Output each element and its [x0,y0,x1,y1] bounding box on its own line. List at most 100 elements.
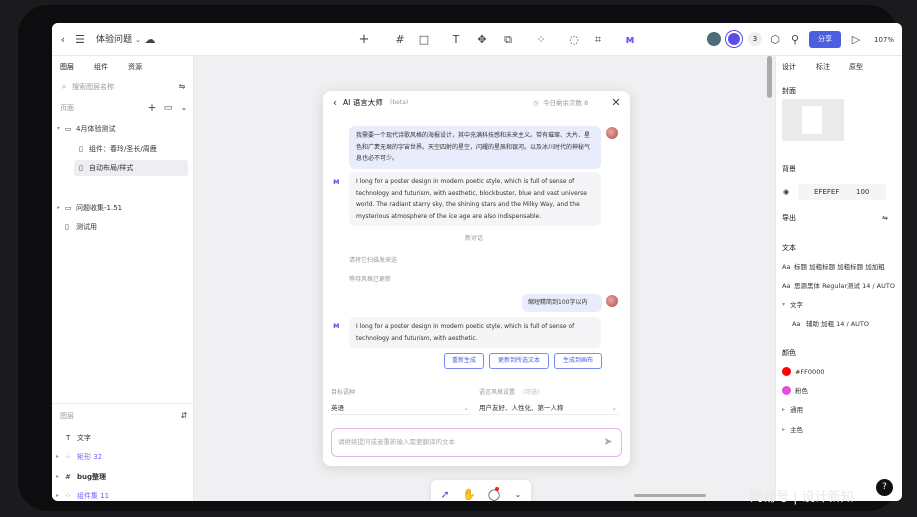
tab-assets[interactable]: 资源 [128,62,142,72]
color-name[interactable]: #FF0000 [795,367,824,377]
caret-down-icon: ▾ [782,301,786,308]
color-name[interactable]: 粉色 [795,386,808,396]
system-note: 请将它扫描发来送 [349,257,398,264]
layer-label: 文字 [77,434,91,442]
cover-thumbnail[interactable] [782,99,844,141]
target-language-select[interactable]: 英语 ⌄ [331,401,471,415]
page-item-selected[interactable]: ▯ 自动布局/样式 [74,160,188,176]
color-hex: EFEFEF [814,188,840,196]
chevron-down-icon[interactable]: ⌄ [132,34,144,46]
replace-selected-button[interactable]: 更新到所选文本 [489,353,549,369]
boolean-icon[interactable]: ⧉ [502,34,514,46]
cover-heading: 封面 [782,87,796,95]
file-title[interactable]: 体验问题 [96,34,132,46]
page-label: 4月体验测试 [76,125,116,133]
avatar[interactable] [726,31,742,47]
filter-icon[interactable]: ⇋ [176,81,188,93]
send-icon[interactable]: ➤ [602,436,614,448]
text-style-item[interactable]: 标题 加粗标题 加粗标题 加加粗 [794,262,885,272]
ai-message: I long for a poster design in modern poe… [349,172,601,226]
color-group[interactable]: 主色 [790,425,803,435]
text-tool-icon[interactable]: T [450,34,462,46]
rectangle-icon[interactable]: □ [418,34,430,46]
help-button[interactable]: ? [876,479,893,496]
more-icon[interactable]: ⌄ [512,489,524,501]
tab-layers[interactable]: 图层 [60,62,74,72]
text-group-label[interactable]: 文字 [790,300,803,310]
layers-heading: 图层 [60,412,74,420]
layer-label: 矩形 32 [77,453,103,461]
right-panel: 设计 标注 原型 封面 背景 ◉ EFEFEF 100 导出 ⇋ 文本 Aa 标… [775,56,902,501]
add-page-icon[interactable]: + [146,102,158,114]
ai-language-dialog: ‹ AI 语言大师 (beta) ◷ 今日剩余次数 8 ✕ 我需要一个现代诗歌风… [323,91,630,466]
scrollbar[interactable] [767,56,772,98]
hand-icon[interactable]: ✋ [462,489,476,501]
move-icon[interactable]: ✥ [476,34,488,46]
text-layer-icon: T [66,434,71,442]
avatar[interactable] [707,32,721,46]
folder-icon: ▭ [65,204,72,212]
collapse-icon[interactable]: ⇵ [178,410,190,422]
ai-logo-icon[interactable]: ᴍ [624,34,636,46]
folder-icon[interactable]: ▭ [162,102,174,114]
page-label: 测试用 [76,223,97,231]
color-swatch[interactable] [782,386,791,395]
tab-design[interactable]: 设计 [782,62,796,72]
close-icon[interactable]: ✕ [610,97,622,109]
collaborator-count[interactable]: 3 [748,32,762,46]
add-icon[interactable]: + [358,33,370,46]
crop-icon[interactable]: ⌗ [592,34,604,46]
plugin-icon[interactable]: ⬡ [769,34,781,46]
menu-icon[interactable]: ☰ [74,34,86,46]
tab-annotate[interactable]: 标注 [816,62,830,72]
mask-icon[interactable]: ◌ [568,34,580,46]
background-heading: 背景 [782,165,796,173]
play-icon[interactable]: ▷ [850,34,862,46]
generate-to-canvas-button[interactable]: 生成到画布 [554,353,602,369]
opacity-value: 100 [856,188,870,196]
text-style-item[interactable]: 思源黑体 Regular测试 14 / AUTO [794,281,895,291]
select-value: 用户友好、人性化、第一人称 [479,404,564,412]
caret-right-icon: ▸ [782,426,786,433]
folder-icon: ▭ [65,125,72,133]
color-group[interactable]: 通用 [790,405,803,415]
eye-icon[interactable]: ◉ [783,187,789,197]
home-indicator [634,494,706,497]
page-icon: ▯ [79,164,83,172]
search-input[interactable]: 搜索图层名称 [72,82,114,92]
settings-icon[interactable]: ⇋ [882,213,888,223]
canvas[interactable]: ‹ AI 语言大师 (beta) ◷ 今日剩余次数 8 ✕ 我需要一个现代诗歌风… [194,56,775,501]
caret-down-icon: ▾ [57,125,61,132]
optional-hint: (可选) [523,389,540,396]
cursor-icon[interactable]: ➚ [439,489,451,501]
input-placeholder: 请继续提问或者重新输入需要翻译的文本 [338,438,455,446]
usage-remaining: 今日剩余次数 8 [543,99,589,107]
caret-right-icon: ▸ [56,492,60,499]
divider [52,403,194,404]
back-icon[interactable]: ‹ [329,97,341,109]
text-style-item[interactable]: 辅助 加粗 14 / AUTO [806,319,869,329]
prompt-input[interactable]: 请继续提问或者重新输入需要翻译的文本 ➤ [331,428,622,457]
frame-icon[interactable]: # [394,34,406,46]
user-message: 我需要一个现代诗歌风格的海报设计，其中充满科技感和未来主义。带有璀璨、大片、星色… [349,126,601,169]
system-note: 等待风格已更新 [349,276,392,283]
share-button[interactable]: 分享 [809,31,841,48]
avatar [606,127,618,139]
component-icon[interactable]: ⁘ [535,34,547,46]
tab-components[interactable]: 组件 [94,62,108,72]
tab-prototype[interactable]: 原型 [849,62,863,72]
regenerate-button[interactable]: 重新生成 [444,353,484,369]
background-color-field[interactable]: EFEFEF 100 [798,184,886,200]
page-icon: ▯ [79,145,83,153]
watermark: 网易号 | 设计新知 [750,490,854,505]
comment-icon[interactable]: ◯ [488,489,500,501]
location-icon[interactable]: ⚲ [789,34,801,46]
style-select[interactable]: 用户友好、人性化、第一人称 ⌄ [479,401,619,415]
back-icon[interactable]: ‹ [57,34,69,46]
text-style-icon: Aa [792,320,801,328]
caret-right-icon: ▸ [56,453,60,460]
color-swatch[interactable] [782,367,791,376]
zoom-level[interactable]: 107% [874,34,894,46]
chevron-down-icon[interactable]: ⌄ [178,102,190,114]
user-message: 缩短精简到100字以内 [522,294,602,312]
